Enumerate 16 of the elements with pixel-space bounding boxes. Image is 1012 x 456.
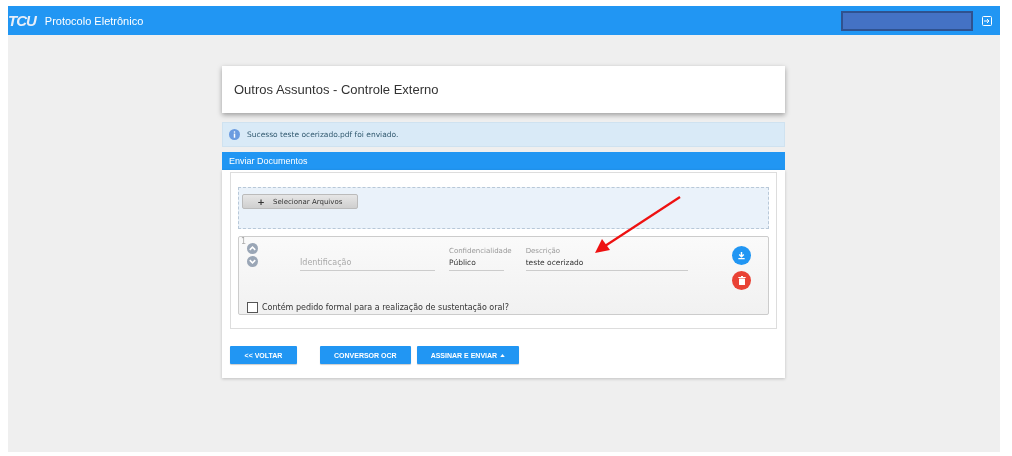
info-icon: [229, 129, 240, 140]
checkbox-label: Contém pedido formal para a realização de sustentação oral?: [262, 303, 509, 312]
logout-icon[interactable]: [982, 15, 992, 26]
download-icon: [737, 251, 746, 260]
download-button[interactable]: [732, 246, 751, 265]
move-down-icon[interactable]: [247, 256, 258, 267]
identification-field[interactable]: Identificação: [300, 256, 435, 271]
logo: TCU: [8, 12, 36, 29]
trash-icon: [737, 276, 746, 285]
panel-header: Enviar Documentos: [222, 152, 785, 170]
file-index: 1: [241, 237, 247, 246]
checkbox[interactable]: [247, 302, 258, 313]
delete-button[interactable]: [732, 271, 751, 290]
move-up-icon[interactable]: [247, 243, 258, 254]
app-title: Protocolo Eletrônico: [44, 14, 144, 27]
page-title: Outros Assuntos - Controle Externo: [234, 82, 439, 97]
